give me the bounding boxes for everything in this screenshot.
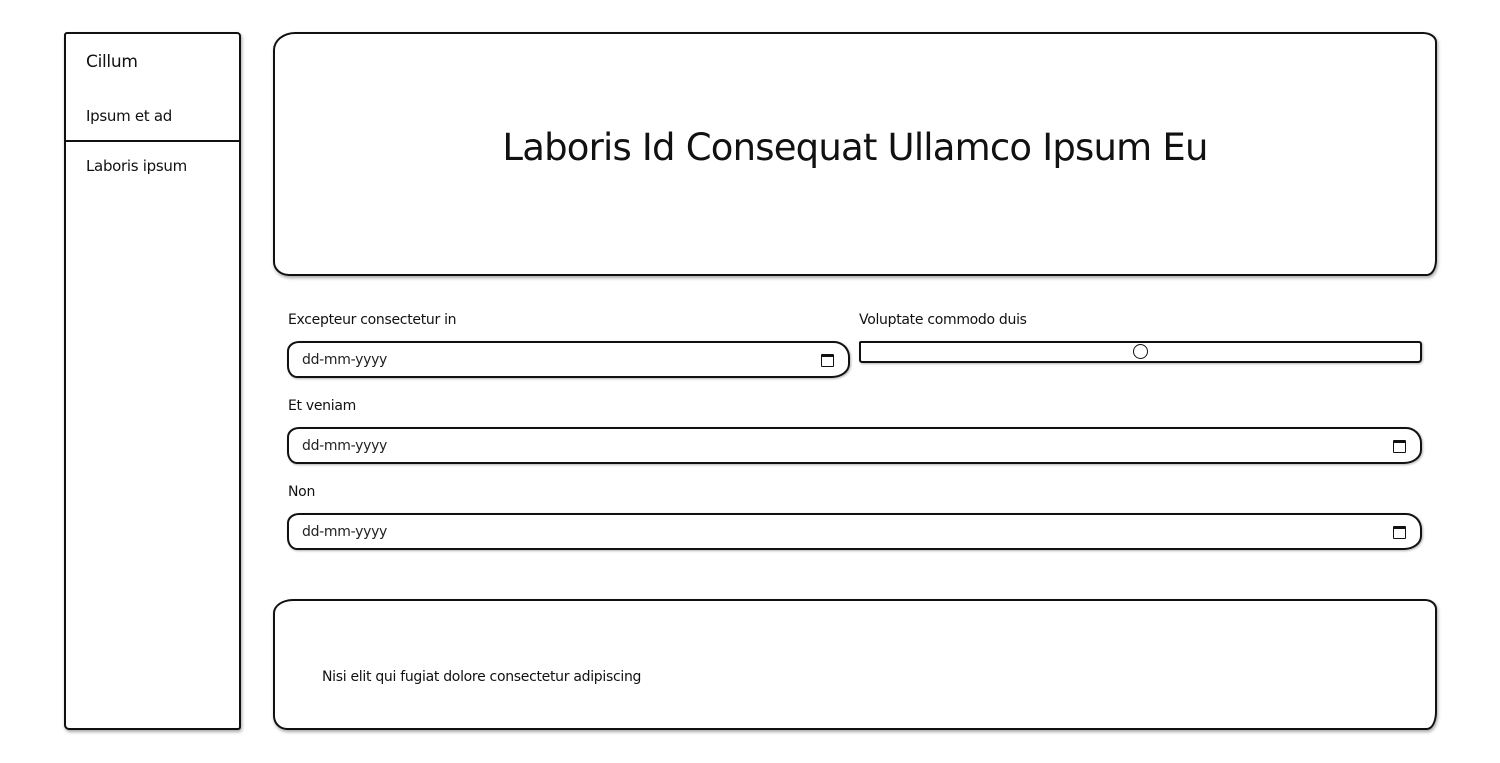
slider-label: Voluptate commodo duis	[859, 312, 1027, 328]
field1-placeholder: dd-mm-yyyy	[302, 352, 388, 368]
sidebar-item-ipsum-et-ad[interactable]: Ipsum et ad	[86, 107, 172, 125]
range-slider[interactable]	[859, 341, 1422, 363]
sidebar: Cillum Ipsum et ad Laboris ipsum	[64, 32, 241, 730]
calendar-icon[interactable]	[821, 354, 834, 367]
page: Cillum Ipsum et ad Laboris ipsum Laboris…	[0, 0, 1500, 763]
field2-placeholder: dd-mm-yyyy	[302, 438, 388, 454]
field1-date-input[interactable]: dd-mm-yyyy	[287, 341, 850, 378]
sidebar-title: Cillum	[86, 52, 138, 72]
calendar-icon[interactable]	[1393, 526, 1406, 539]
calendar-icon[interactable]	[1393, 440, 1406, 453]
page-title: Laboris Id Consequat Ullamco Ipsum Eu	[502, 126, 1208, 169]
field1-label: Excepteur consectetur in	[288, 312, 457, 328]
field3-label: Non	[288, 484, 316, 500]
field3-date-input[interactable]: dd-mm-yyyy	[287, 513, 1422, 550]
sidebar-item-laboris-ipsum[interactable]: Laboris ipsum	[86, 157, 187, 175]
field2-date-input[interactable]: dd-mm-yyyy	[287, 427, 1422, 464]
footer-text: Nisi elit qui fugiat dolore consectetur …	[322, 669, 642, 685]
field3-placeholder: dd-mm-yyyy	[302, 524, 388, 540]
sidebar-divider	[66, 140, 239, 142]
hero-card: Laboris Id Consequat Ullamco Ipsum Eu	[273, 32, 1437, 276]
footer-card: Nisi elit qui fugiat dolore consectetur …	[273, 599, 1437, 730]
field2-label: Et veniam	[288, 398, 356, 414]
slider-thumb[interactable]	[1132, 344, 1148, 359]
